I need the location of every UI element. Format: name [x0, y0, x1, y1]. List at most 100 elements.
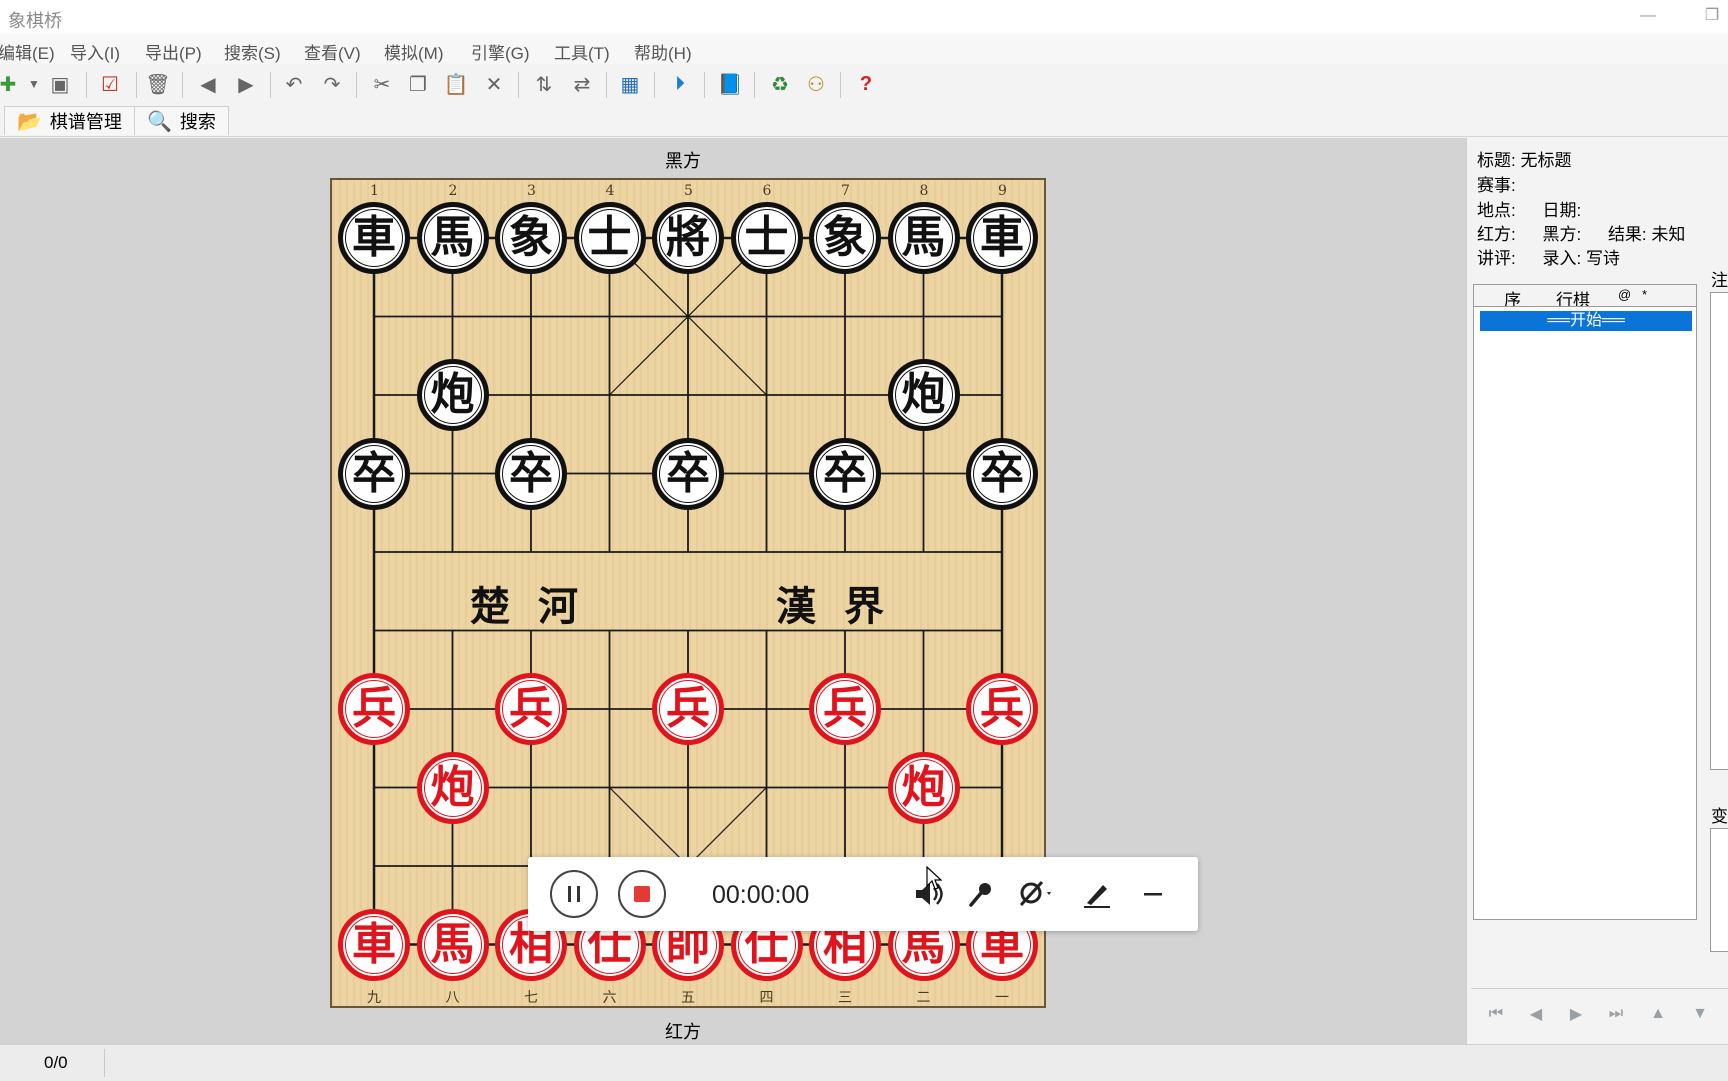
maximize-button[interactable]: ❐ — [1692, 4, 1728, 28]
variations-box[interactable] — [1710, 828, 1728, 952]
black-side-label: 黑方 — [665, 151, 701, 171]
result-label: 结果: — [1607, 225, 1647, 244]
black-piece[interactable]: 卒 — [495, 437, 567, 510]
column-number-bottom: 三 — [838, 990, 852, 1006]
stop-button[interactable] — [618, 870, 666, 918]
red-piece[interactable]: 兵 — [652, 673, 724, 745]
last-move-icon[interactable]: ⏭ — [1605, 1003, 1627, 1025]
black-piece[interactable]: 象 — [495, 202, 567, 274]
play-icon[interactable]: ⏵ — [666, 70, 694, 98]
tab-search[interactable]: 🔍 搜索 — [134, 106, 229, 135]
info-players-row: 红方: 黑方: 结果: 未知 — [1477, 220, 1685, 245]
black-piece[interactable]: 車 — [338, 202, 410, 274]
black-piece[interactable]: 車 — [966, 202, 1038, 274]
black-piece[interactable]: 卒 — [338, 437, 410, 510]
black-piece[interactable]: 炮 — [416, 359, 489, 431]
black-piece[interactable]: 卒 — [966, 437, 1038, 510]
dropdown-arrow-icon[interactable]: ▼ — [20, 70, 48, 98]
redo-icon[interactable]: ↷ — [318, 70, 346, 98]
red-piece[interactable]: 馬 — [416, 908, 489, 981]
red-piece[interactable]: 兵 — [966, 673, 1038, 745]
recording-timer: 00:00:00 — [712, 881, 810, 909]
menu-search[interactable]: 搜索(S) — [224, 39, 281, 64]
black-piece[interactable]: 炮 — [887, 359, 960, 431]
column-number-top: 6 — [762, 183, 772, 199]
menu-help[interactable]: 帮助(H) — [634, 39, 692, 64]
black-piece[interactable]: 馬 — [416, 202, 489, 274]
red-piece[interactable]: 兵 — [338, 673, 410, 745]
title-value[interactable]: 无标题 — [1520, 151, 1571, 170]
first-move-icon[interactable]: ⏮ — [1485, 1003, 1507, 1025]
place-label: 地点: — [1477, 201, 1516, 220]
back-icon[interactable]: ◀ — [194, 70, 222, 98]
next-move-icon[interactable]: ▶ — [1565, 1003, 1587, 1025]
red-piece[interactable]: 炮 — [887, 751, 960, 824]
move-down-icon[interactable]: ▼ — [1689, 1003, 1711, 1025]
copy-icon[interactable]: ❐ — [404, 70, 432, 98]
forward-icon[interactable]: ▶ — [232, 70, 260, 98]
col-star[interactable]: * — [1642, 287, 1647, 302]
menu-view[interactable]: 查看(V) — [304, 39, 361, 64]
paste-icon[interactable]: 📋 — [442, 70, 470, 98]
engine-icon[interactable]: ♻ — [766, 70, 794, 98]
river-right-text: 漢界 — [776, 583, 912, 630]
red-piece[interactable]: 車 — [338, 908, 410, 981]
column-number-top: 5 — [684, 183, 693, 199]
move-list[interactable]: ══开始══ — [1473, 306, 1697, 920]
notes-box[interactable] — [1710, 292, 1728, 770]
delete-icon[interactable]: 🗑 — [144, 70, 172, 98]
black-piece[interactable]: 馬 — [887, 202, 960, 274]
clear-icon[interactable]: ✕ — [480, 70, 508, 98]
menu-tools[interactable]: 工具(T) — [554, 39, 610, 64]
black-piece[interactable]: 將 — [652, 202, 724, 274]
black-piece[interactable]: 卒 — [652, 437, 724, 510]
flip-horizontal-icon[interactable]: ⇄ — [568, 70, 596, 98]
window-title: 象棋桥 — [8, 11, 62, 31]
cut-icon[interactable]: ✂ — [368, 70, 396, 98]
help-icon[interactable]: ? — [852, 70, 880, 98]
column-number-bottom: 九 — [367, 990, 381, 1006]
book-icon[interactable]: 📘 — [716, 70, 744, 98]
menu-import[interactable]: 导入(I) — [70, 39, 120, 64]
microphone-icon[interactable] — [964, 877, 998, 911]
move-counter: 0/0 — [44, 1053, 68, 1072]
entry-label: 录入: — [1542, 249, 1582, 268]
tab-search-label: 搜索 — [179, 112, 216, 132]
pause-icon — [568, 886, 580, 902]
minimize-recorder-icon[interactable] — [1136, 877, 1170, 911]
red-player-label: 红方: — [1477, 225, 1516, 244]
title-bar: 象棋桥 — ❐ — [0, 0, 1728, 34]
toolbar-separator — [136, 72, 137, 98]
menu-edit[interactable]: 编辑(E) — [0, 39, 55, 64]
black-piece[interactable]: 士 — [730, 202, 803, 274]
col-at[interactable]: @ — [1618, 287, 1631, 302]
board-grid-icon[interactable]: ▦ — [616, 70, 644, 98]
red-piece[interactable]: 兵 — [495, 673, 567, 745]
black-piece[interactable]: 士 — [573, 202, 646, 274]
tab-manage[interactable]: 📂 棋谱管理 — [4, 106, 135, 135]
move-up-icon[interactable]: ▲ — [1647, 1003, 1669, 1025]
compare-icon[interactable]: ⚇ — [802, 70, 830, 98]
black-piece[interactable]: 卒 — [809, 437, 881, 510]
menu-engine[interactable]: 引擎(G) — [471, 39, 530, 64]
move-start-row[interactable]: ══开始══ — [1480, 311, 1692, 331]
new-icon[interactable]: ✚ — [0, 70, 22, 98]
undo-icon[interactable]: ↶ — [280, 70, 308, 98]
column-number-top: 9 — [998, 183, 1007, 199]
pen-icon[interactable] — [1080, 877, 1114, 911]
save-icon[interactable]: ▣ — [46, 70, 74, 98]
red-piece[interactable]: 炮 — [416, 751, 489, 824]
red-piece[interactable]: 兵 — [809, 673, 881, 745]
edit-icon[interactable]: ☑ — [96, 70, 124, 98]
stop-icon — [634, 886, 650, 902]
black-piece[interactable]: 象 — [809, 202, 881, 274]
pause-button[interactable] — [550, 870, 598, 918]
camera-off-icon[interactable] — [1018, 877, 1052, 911]
notes-label: 注 — [1711, 271, 1728, 290]
menu-simulate[interactable]: 模拟(M) — [384, 39, 443, 64]
menu-export[interactable]: 导出(P) — [145, 39, 202, 64]
prev-move-icon[interactable]: ◀ — [1525, 1003, 1547, 1025]
flip-vertical-icon[interactable]: ⇅ — [530, 70, 558, 98]
minimize-button[interactable]: — — [1628, 4, 1668, 28]
date-label: 日期: — [1542, 201, 1582, 220]
